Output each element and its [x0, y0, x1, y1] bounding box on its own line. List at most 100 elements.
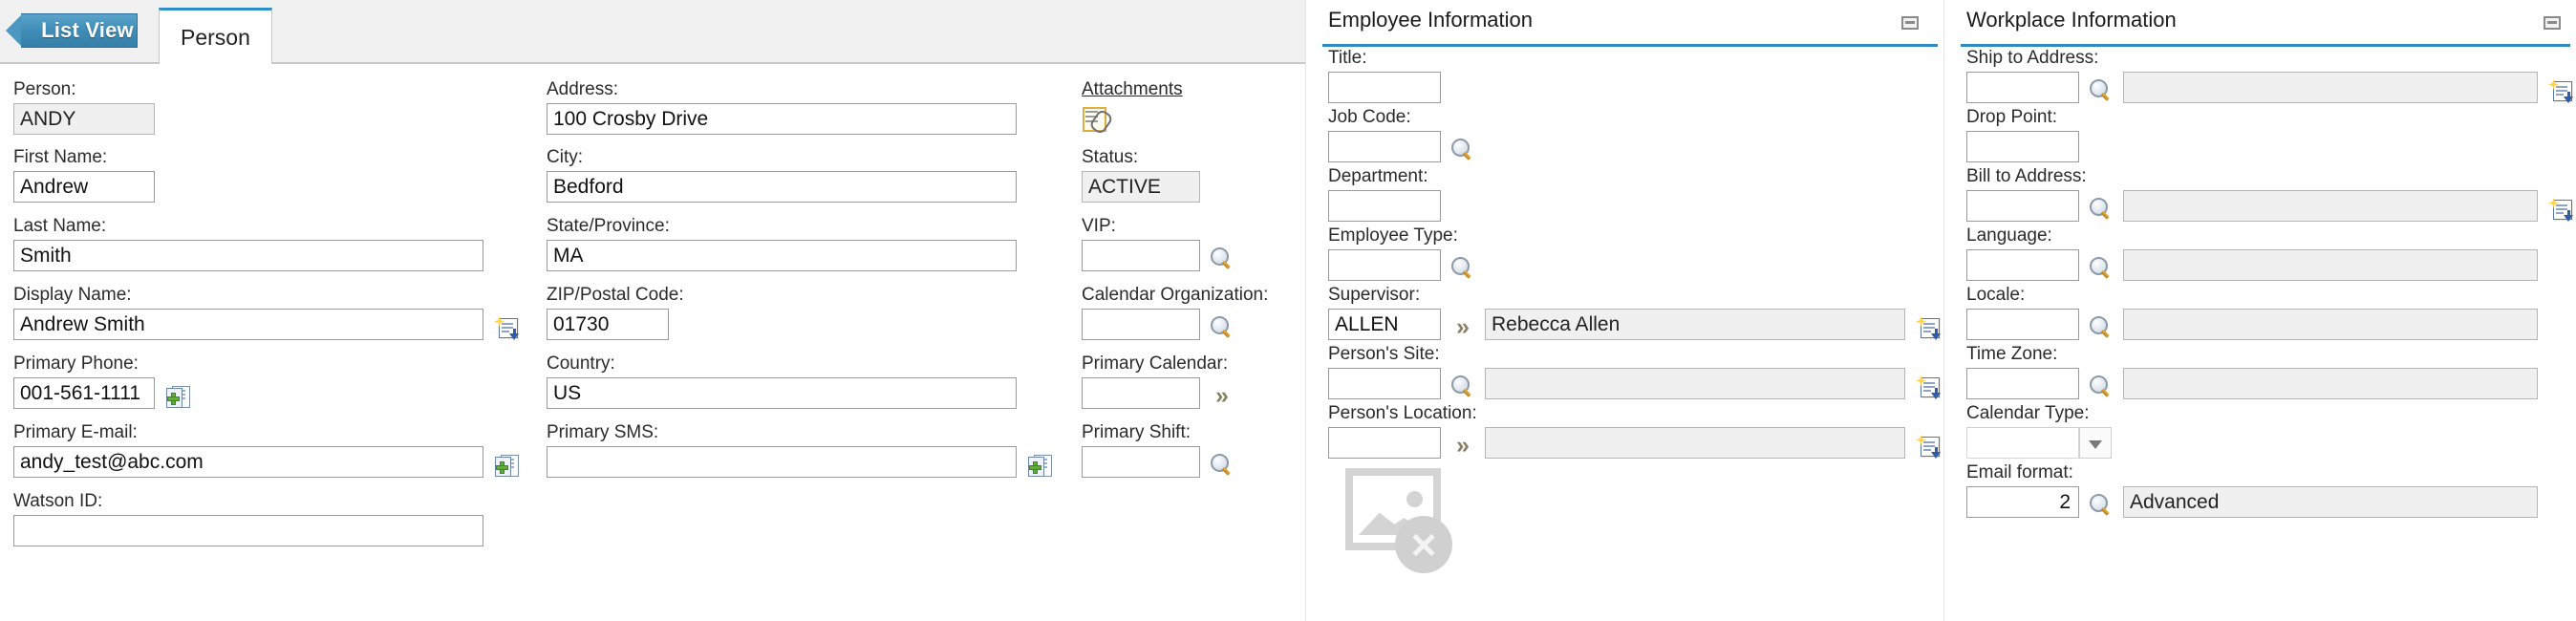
watson-id-input[interactable] — [13, 515, 483, 546]
field-supervisor: Supervisor: ALLEN » Rebecca Allen — [1328, 285, 1942, 340]
field-city-label: City: — [547, 147, 1017, 168]
calendar-type-input[interactable] — [1966, 427, 2079, 459]
attachments-block: Attachments — [1082, 79, 1183, 133]
dropdown-arrow-icon[interactable] — [2079, 427, 2112, 459]
employee-information-panel: Employee Information Title: Job Code: De… — [1311, 0, 1943, 621]
address-input[interactable]: 100 Crosby Drive — [547, 103, 1017, 135]
attachments-label[interactable]: Attachments — [1082, 79, 1183, 100]
magnifier-icon[interactable] — [2089, 197, 2114, 222]
calendar-organization-input[interactable] — [1082, 309, 1200, 340]
magnifier-icon[interactable] — [1210, 315, 1234, 340]
zip-postal-code-input[interactable]: 01730 — [547, 309, 669, 340]
persons-location-input[interactable] — [1328, 427, 1441, 459]
job-code-input[interactable] — [1328, 131, 1441, 162]
city-input[interactable]: Bedford — [547, 171, 1017, 203]
document-add-icon[interactable] — [1915, 315, 1942, 340]
field-calendar-organization-label: Calendar Organization: — [1082, 285, 1268, 306]
time-zone-input[interactable] — [1966, 368, 2079, 399]
state-province-input[interactable]: MA — [547, 240, 1017, 271]
magnifier-icon[interactable] — [2089, 78, 2114, 103]
document-add-icon[interactable] — [2547, 197, 2574, 222]
tab-bar: List View Person — [0, 0, 1311, 64]
display-name-input[interactable]: Andrew Smith — [13, 309, 483, 340]
field-persons-location: Person's Location: » — [1328, 403, 1942, 459]
field-primary-shift-label: Primary Shift: — [1082, 422, 1234, 443]
employee-type-input[interactable] — [1328, 249, 1441, 281]
primary-shift-input[interactable] — [1082, 446, 1200, 478]
chevron-double-right-icon[interactable]: » — [1450, 315, 1475, 340]
magnifier-icon[interactable] — [2089, 256, 2114, 281]
locale-input[interactable] — [1966, 309, 2079, 340]
primary-email-input[interactable]: andy_test@abc.com — [13, 446, 483, 478]
language-input[interactable] — [1966, 249, 2079, 281]
magnifier-icon[interactable] — [1450, 375, 1475, 399]
email-format-input[interactable]: 2 — [1966, 486, 2079, 518]
add-record-icon[interactable] — [1026, 453, 1053, 478]
field-primary-sms: Primary SMS: — [547, 422, 1053, 478]
document-add-icon[interactable] — [1915, 375, 1942, 399]
magnifier-icon[interactable] — [1210, 453, 1234, 478]
add-record-icon[interactable] — [164, 384, 191, 409]
primary-phone-input[interactable]: 001-561-1111 — [13, 377, 155, 409]
person-record-screen: List View Person Person: ANDY First Name… — [0, 0, 2576, 621]
collapse-icon[interactable] — [1901, 16, 1919, 30]
field-country: Country: US — [547, 353, 1017, 409]
department-input[interactable] — [1328, 190, 1441, 222]
employee-panel-rule — [1322, 44, 1938, 47]
list-view-button[interactable]: List View — [21, 13, 138, 48]
field-language: Language: — [1966, 225, 2538, 281]
persons-site-input[interactable] — [1328, 368, 1441, 399]
workplace-information-panel: Workplace Information Ship to Address: D… — [1949, 0, 2576, 621]
field-email-format-label: Email format: — [1966, 462, 2538, 483]
person-input[interactable]: ANDY — [13, 103, 155, 135]
collapse-icon[interactable] — [2544, 16, 2561, 30]
vip-input[interactable] — [1082, 240, 1200, 271]
document-add-icon[interactable] — [1915, 434, 1942, 459]
title-input[interactable] — [1328, 72, 1441, 103]
persons-location-description — [1485, 427, 1905, 459]
last-name-input[interactable]: Smith — [13, 240, 483, 271]
field-address: Address: 100 Crosby Drive — [547, 79, 1017, 135]
field-city: City: Bedford — [547, 147, 1017, 203]
bill-to-address-input[interactable] — [1966, 190, 2079, 222]
magnifier-icon[interactable] — [2089, 315, 2114, 340]
magnifier-icon[interactable] — [1450, 256, 1475, 281]
first-name-input[interactable]: Andrew — [13, 171, 155, 203]
primary-calendar-input[interactable] — [1082, 377, 1200, 409]
tab-person[interactable]: Person — [159, 8, 272, 64]
field-primary-email-label: Primary E-mail: — [13, 422, 520, 443]
ship-to-address-input[interactable] — [1966, 72, 2079, 103]
field-state-province: State/Province: MA — [547, 216, 1017, 271]
field-first-name: First Name: Andrew — [13, 147, 155, 203]
field-status: Status: ACTIVE — [1082, 147, 1200, 203]
field-person: Person: ANDY — [13, 79, 155, 135]
chevron-double-right-icon[interactable]: » — [1450, 434, 1475, 459]
field-time-zone-label: Time Zone: — [1966, 344, 2538, 365]
broken-image-icon — [1345, 468, 1458, 575]
magnifier-icon[interactable] — [1450, 138, 1475, 162]
field-ship-to-address-label: Ship to Address: — [1966, 48, 2574, 69]
status-input[interactable]: ACTIVE — [1082, 171, 1200, 203]
field-locale-label: Locale: — [1966, 285, 2538, 306]
magnifier-icon[interactable] — [2089, 375, 2114, 399]
magnifier-icon[interactable] — [2089, 493, 2114, 518]
magnifier-icon[interactable] — [1210, 246, 1234, 271]
field-zip-postal-code-label: ZIP/Postal Code: — [547, 285, 684, 306]
drop-point-input[interactable] — [1966, 131, 2079, 162]
document-add-icon[interactable] — [2547, 78, 2574, 103]
email-format-description: Advanced — [2123, 486, 2538, 518]
add-record-icon[interactable] — [493, 453, 520, 478]
supervisor-input[interactable]: ALLEN — [1328, 309, 1441, 340]
document-add-icon[interactable] — [493, 315, 520, 340]
field-address-label: Address: — [547, 79, 1017, 100]
field-person-label: Person: — [13, 79, 155, 100]
chevron-double-right-icon[interactable]: » — [1210, 384, 1234, 409]
country-input[interactable]: US — [547, 377, 1017, 409]
time-zone-description — [2123, 368, 2538, 399]
primary-sms-input[interactable] — [547, 446, 1017, 478]
field-primary-calendar: Primary Calendar: » — [1082, 353, 1234, 409]
field-persons-location-label: Person's Location: — [1328, 403, 1942, 424]
attachment-icon[interactable] — [1082, 106, 1110, 133]
field-persons-site-label: Person's Site: — [1328, 344, 1942, 365]
field-primary-email: Primary E-mail: andy_test@abc.com — [13, 422, 520, 478]
